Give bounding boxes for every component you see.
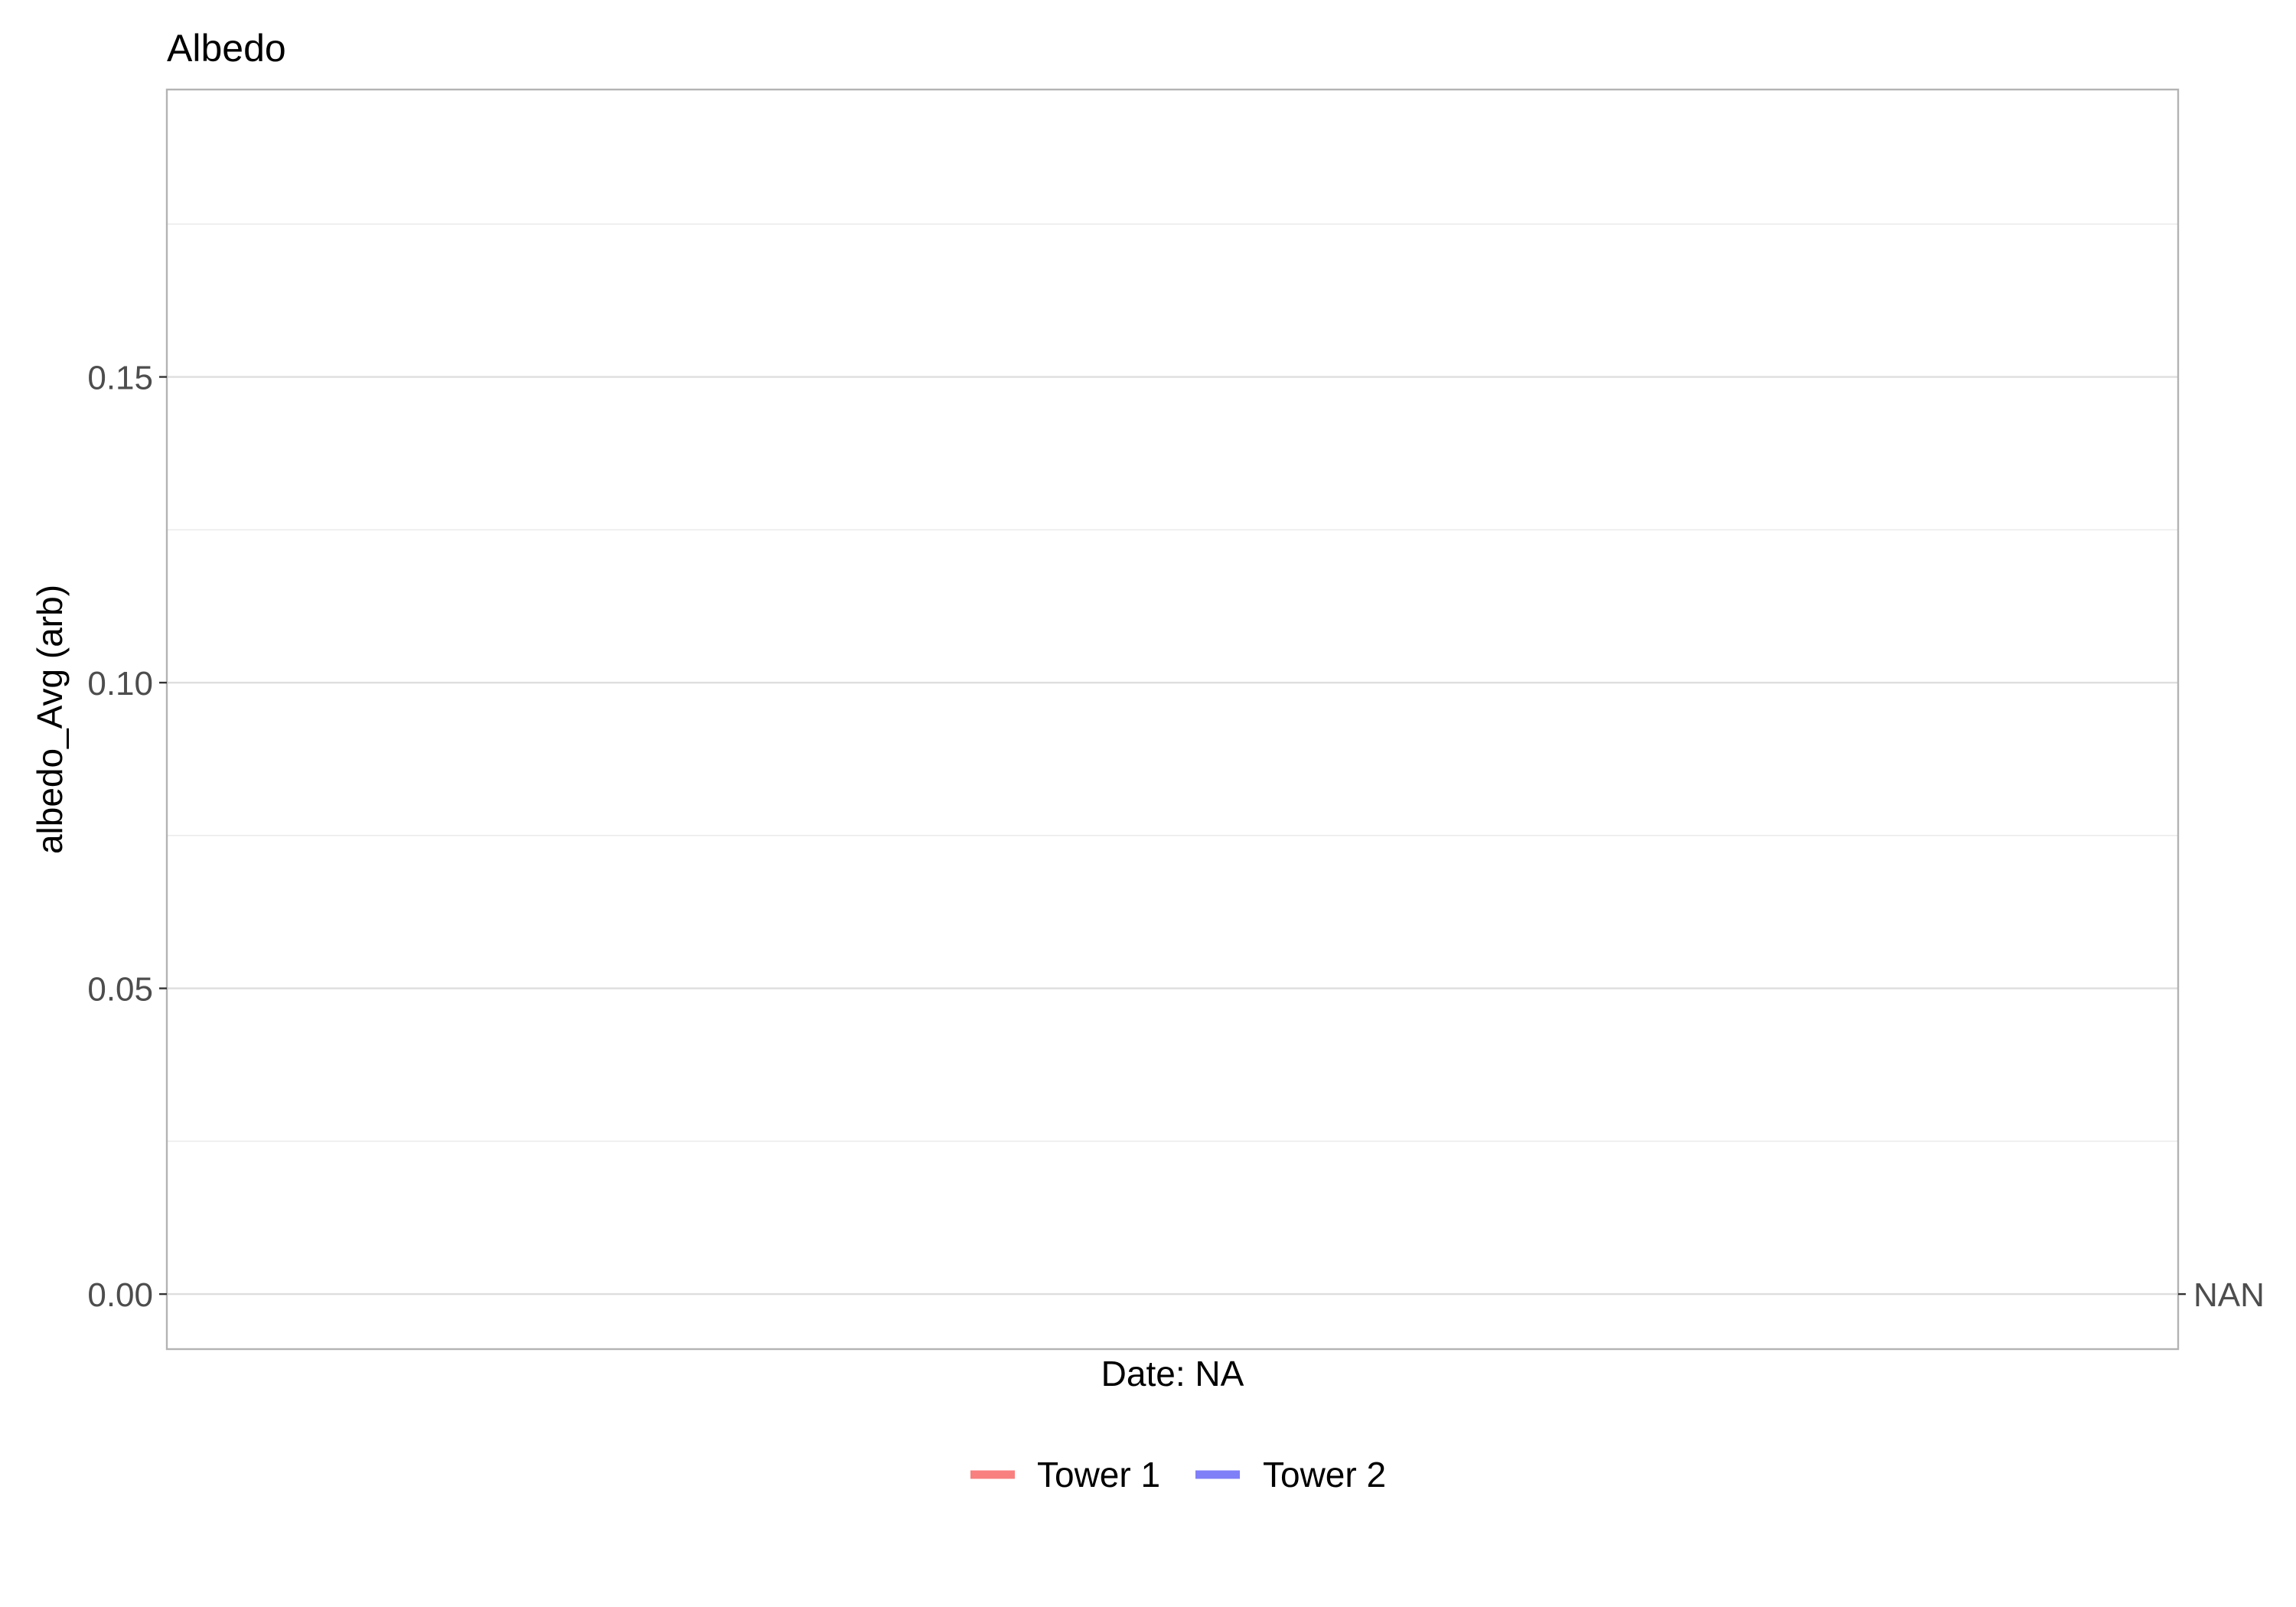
y-tick-label: 0.15 xyxy=(87,360,153,397)
secondary-tick-label: NAN xyxy=(2193,1276,2265,1314)
plot-panel xyxy=(167,90,2178,1349)
y-axis-label: albedo_Avg (arb) xyxy=(30,585,70,854)
legend: Tower 1 Tower 2 xyxy=(970,1455,1386,1495)
y-tick-label: 0.00 xyxy=(87,1276,153,1314)
y-tick-label: 0.10 xyxy=(87,665,153,702)
secondary-axis: NAN xyxy=(2178,1276,2265,1314)
legend-label-1: Tower 1 xyxy=(1037,1455,1160,1495)
y-tick-label: 0.05 xyxy=(87,971,153,1009)
y-axis: 0.00 0.05 0.10 0.15 xyxy=(87,360,167,1314)
x-axis-label: Date: NA xyxy=(1101,1354,1244,1393)
albedo-chart: Albedo 0.00 0.05 0.10 0.15 NAN Date: NA alb… xyxy=(30,27,2265,1495)
legend-label-2: Tower 2 xyxy=(1263,1455,1386,1495)
chart-title: Albedo xyxy=(167,27,286,70)
